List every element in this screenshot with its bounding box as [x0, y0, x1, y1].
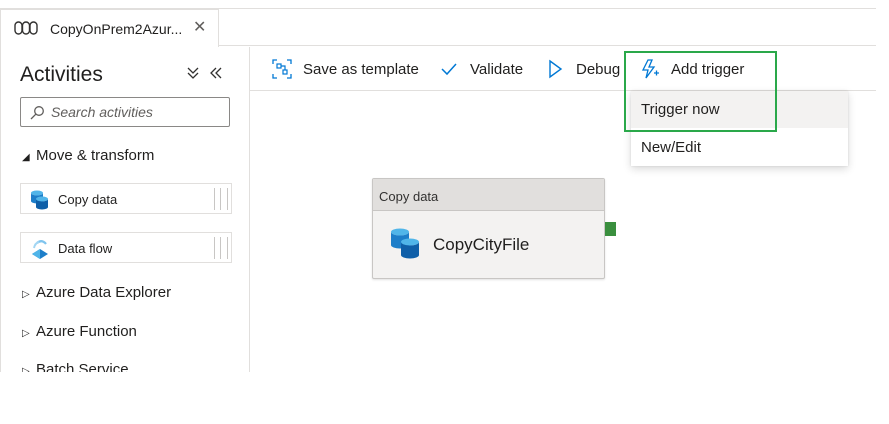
group-label: Move & transform: [36, 147, 155, 164]
activities-pane: Activities ◢ Move & transform Copy data: [0, 47, 250, 372]
group-azure-function[interactable]: ▷ Azure Function: [22, 323, 137, 340]
caret-right-icon: ▷: [22, 328, 30, 339]
play-icon: [549, 59, 563, 79]
trigger-menu: Trigger now New/Edit: [631, 91, 848, 166]
activity-node-copycityfile[interactable]: Copy data CopyCityFile: [372, 178, 605, 279]
checkmark-icon: [441, 63, 457, 76]
group-azure-data-explorer[interactable]: ▷ Azure Data Explorer: [22, 284, 171, 301]
drag-handle-icon[interactable]: [214, 188, 228, 210]
copy-data-icon: [391, 228, 419, 259]
activity-label: Copy data: [58, 192, 118, 207]
tab-title: CopyOnPrem2Azur...: [50, 21, 183, 37]
pane-border: [0, 47, 1, 372]
success-connector-handle[interactable]: [605, 222, 616, 236]
activity-copy-data[interactable]: Copy data: [20, 183, 232, 214]
collapse-all-icon[interactable]: [185, 65, 201, 81]
caret-right-icon: ▷: [22, 289, 30, 300]
search-input[interactable]: [51, 102, 223, 122]
tab-bar: CopyOnPrem2Azur... ✕: [0, 8, 876, 47]
menu-item-new-edit[interactable]: New/Edit: [631, 129, 848, 166]
add-trigger-label: Add trigger: [671, 60, 745, 78]
copy-data-icon: [31, 190, 48, 210]
save-as-template-label: Save as template: [303, 60, 419, 78]
node-header: Copy data: [373, 179, 604, 211]
pipeline-toolbar: Save as template Validate Debug Add trig…: [250, 47, 876, 91]
pipeline-icon: [14, 21, 38, 35]
group-move-transform[interactable]: ◢ Move & transform: [22, 147, 154, 164]
node-type-label: Copy data: [379, 189, 439, 204]
caret-right-icon: ▷: [22, 366, 30, 372]
activities-title: Activities: [20, 63, 103, 86]
debug-button[interactable]: Debug: [545, 47, 620, 91]
double-chevron-left-icon[interactable]: [208, 65, 224, 81]
validate-button[interactable]: Validate: [439, 47, 523, 91]
drag-handle-icon[interactable]: [214, 237, 228, 259]
search-box[interactable]: [20, 97, 230, 127]
group-batch-service[interactable]: ▷ Batch Service: [22, 361, 129, 372]
tab-pipeline[interactable]: CopyOnPrem2Azur... ✕: [0, 8, 219, 47]
group-label: Azure Function: [36, 323, 137, 340]
save-template-icon: [272, 59, 292, 79]
group-label: Azure Data Explorer: [36, 284, 172, 301]
close-icon[interactable]: ✕: [193, 19, 206, 37]
activity-label: Data flow: [58, 241, 113, 256]
menu-item-trigger-now[interactable]: Trigger now: [631, 91, 848, 128]
validate-label: Validate: [470, 60, 524, 78]
trigger-icon: [641, 59, 659, 79]
debug-label: Debug: [576, 60, 621, 78]
add-trigger-button[interactable]: Add trigger: [640, 47, 744, 91]
search-icon: [30, 106, 44, 120]
node-name: CopyCityFile: [433, 235, 530, 254]
group-label: Batch Service: [36, 361, 129, 372]
caret-down-icon: ◢: [22, 152, 30, 163]
save-as-template-button[interactable]: Save as template: [272, 47, 419, 91]
activity-data-flow[interactable]: Data flow: [20, 232, 232, 263]
data-flow-icon: [32, 240, 48, 259]
